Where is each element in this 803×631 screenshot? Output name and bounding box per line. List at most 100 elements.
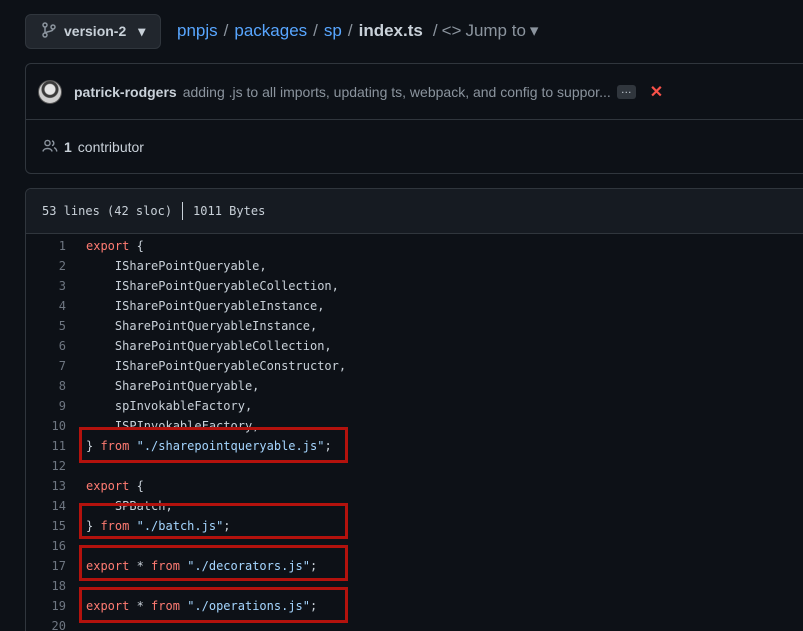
code-line: 3 ISharePointQueryableCollection, [26,276,803,296]
commit-row: patrick-rodgers adding .js to all import… [26,64,803,120]
ci-failed-icon[interactable]: ✕ [650,82,663,102]
code-token: ; [310,559,318,573]
breadcrumb-sp-link[interactable]: sp [324,21,342,41]
code-text: ISPInvokableFactory, [66,419,260,433]
latest-commit-box: patrick-rodgers adding .js to all import… [25,63,803,174]
code-token: export [86,479,130,493]
code-line: 14 SPBatch, [26,496,803,516]
line-number[interactable]: 14 [26,499,66,513]
code-token: ISPInvokableFactory, [86,419,260,433]
branch-select-button[interactable]: version-2 ▾ [25,13,161,49]
code-text: } from "./batch.js"; [66,519,231,533]
code-line: 6 SharePointQueryableCollection, [26,336,803,356]
line-number[interactable]: 15 [26,519,66,533]
contributors-row[interactable]: 1 contributor [26,120,803,174]
code-token: ISharePointQueryableInstance, [86,299,325,313]
code-token: ; [310,599,318,613]
code-text: SharePointQueryableCollection, [66,339,332,353]
code-token: export [86,239,130,253]
expand-commit-button[interactable]: … [616,84,636,99]
line-number[interactable]: 20 [26,619,66,631]
line-number[interactable]: 16 [26,539,66,553]
code-token: { [129,239,144,253]
line-number[interactable]: 9 [26,399,66,413]
code-token: ISharePointQueryableCollection, [86,279,339,293]
code-line: 4 ISharePointQueryableInstance, [26,296,803,316]
line-number[interactable]: 10 [26,419,66,433]
code-token: "./decorators.js" [187,559,311,573]
line-number[interactable]: 18 [26,579,66,593]
code-token: * [129,599,152,613]
code-token: "./batch.js" [136,519,224,533]
code-token: from [100,439,130,453]
code-token: SPBatch, [86,499,173,513]
code-token: { [129,479,144,493]
line-number[interactable]: 11 [26,439,66,453]
contributor-label: contributor [77,139,144,155]
line-number[interactable]: 7 [26,359,66,373]
breadcrumb-separator: / [223,21,229,40]
file-viewer: 53 lines (42 sloc) 1011 Bytes 1 export {2… [25,188,803,631]
code-line: 11} from "./sharepointqueryable.js"; [26,436,803,456]
line-number[interactable]: 6 [26,339,66,353]
code-line: 5 SharePointQueryableInstance, [26,316,803,336]
code-line: 2 ISharePointQueryable, [26,256,803,276]
line-number[interactable]: 2 [26,259,66,273]
line-number[interactable]: 1 [26,239,66,253]
code-token: from [100,519,130,533]
breadcrumb-repo-link[interactable]: pnpjs [177,21,218,41]
jump-to-label: Jump to [465,21,526,40]
code-line: 20 [26,616,803,631]
code-line: 8 SharePointQueryable, [26,376,803,396]
commit-message-link[interactable]: adding .js to all imports, updating ts, … [183,84,611,100]
code-line: 9 spInvokableFactory, [26,396,803,416]
code-token: ; [223,519,231,533]
people-icon [42,139,58,156]
code-token: "./sharepointqueryable.js" [136,439,325,453]
code-token: "./operations.js" [187,599,311,613]
breadcrumb-packages-link[interactable]: packages [234,21,307,41]
code-token: SharePointQueryableCollection, [86,339,332,353]
line-number[interactable]: 3 [26,279,66,293]
line-number[interactable]: 4 [26,299,66,313]
code-text: ISharePointQueryable, [66,259,267,273]
line-number[interactable]: 8 [26,379,66,393]
code-token: SharePointQueryable, [86,379,260,393]
chevron-down-icon: ▾ [529,21,539,40]
code-line: 15} from "./batch.js"; [26,516,803,536]
code-text: SharePointQueryable, [66,379,260,393]
branch-label: version-2 [64,23,127,39]
code-text: ISharePointQueryableCollection, [66,279,339,293]
line-number[interactable]: 13 [26,479,66,493]
code-text: export { [66,479,144,493]
code-listing[interactable]: 1 export {2 ISharePointQueryable, 3 IShare… [26,234,803,631]
code-token: ; [324,439,332,453]
code-icon: <> [441,21,462,40]
code-text: SPBatch, [66,499,173,513]
code-token: * [129,559,152,573]
line-number[interactable]: 12 [26,459,66,473]
code-token: spInvokableFactory, [86,399,253,413]
code-token: from [151,599,180,613]
line-number[interactable]: 5 [26,319,66,333]
code-line: 19 export * from "./operations.js"; [26,596,803,616]
line-number[interactable]: 19 [26,599,66,613]
line-number[interactable]: 17 [26,559,66,573]
code-line: 1 export { [26,236,803,256]
commit-author-link[interactable]: patrick-rodgers [74,84,177,100]
avatar[interactable] [38,79,62,104]
jump-to-button[interactable]: / <> Jump to ▾ [433,21,539,41]
code-line: 13 export { [26,476,803,496]
code-text: export * from "./operations.js"; [66,599,317,613]
code-token: from [151,559,180,573]
code-text: SharePointQueryableInstance, [66,319,317,333]
code-token: SharePointQueryableInstance, [86,319,318,333]
code-line: 12 [26,456,803,476]
contributor-count: 1 [64,139,72,155]
code-text: export * from "./decorators.js"; [66,559,317,573]
code-line: 10 ISPInvokableFactory, [26,416,803,436]
code-text: ISharePointQueryableInstance, [66,299,325,313]
code-text: ISharePointQueryableConstructor, [66,359,346,373]
code-token: export [86,559,130,573]
